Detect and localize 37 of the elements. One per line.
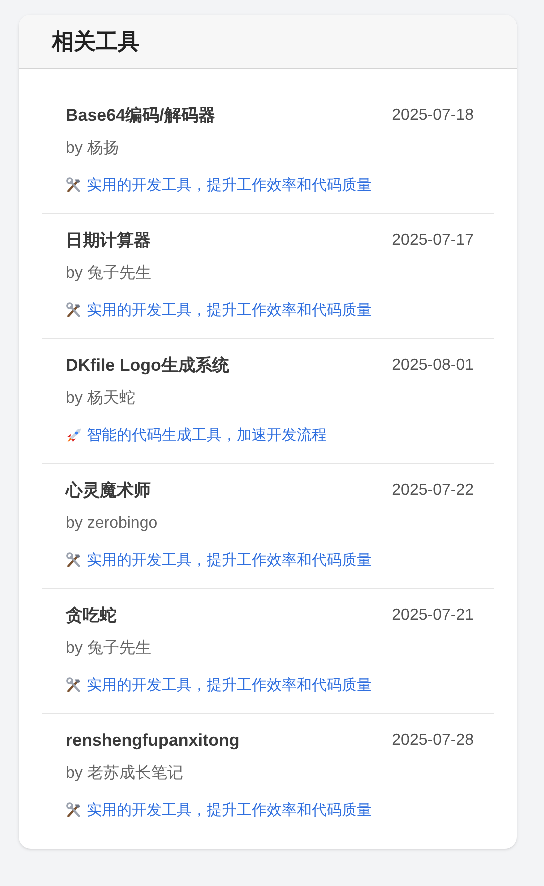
section-title: 相关工具 bbox=[52, 28, 140, 56]
tool-date: 2025-07-28 bbox=[392, 731, 474, 751]
tool-author: by zerobingo bbox=[66, 514, 158, 534]
tool-name: renshengfupanxitong bbox=[66, 730, 240, 752]
rocket-icon bbox=[65, 427, 83, 446]
tool-name: 心灵魔术师 bbox=[66, 480, 151, 502]
hammer-wrench-icon bbox=[65, 177, 83, 196]
tool-description: 实用的开发工具，提升工作效率和代码质量 bbox=[87, 551, 372, 571]
tool-description: 智能的代码生成工具，加速开发流程 bbox=[87, 426, 327, 446]
tool-name: DKfile Logo生成系统 bbox=[66, 355, 230, 378]
tool-author: by 杨扬 bbox=[66, 139, 120, 159]
tool-item[interactable]: 日期计算器 2025-07-17 by 兔子先生 实用的开发工具，提升工作效率和代码质量 bbox=[42, 214, 494, 339]
tool-description: 实用的开发工具，提升工作效率和代码质量 bbox=[87, 176, 372, 196]
tool-date: 2025-08-01 bbox=[392, 356, 474, 376]
tool-author: by 兔子先生 bbox=[66, 264, 152, 284]
tool-description: 实用的开发工具，提升工作效率和代码质量 bbox=[87, 801, 372, 821]
tool-author: by 兔子先生 bbox=[66, 638, 152, 659]
tool-date: 2025-07-17 bbox=[392, 231, 474, 251]
hammer-wrench-icon bbox=[65, 677, 83, 696]
tool-item[interactable]: Base64编码/解码器 2025-07-18 by 杨扬 实用的开发工具，提升工作效率和代码质量 bbox=[42, 89, 494, 214]
tool-date: 2025-07-21 bbox=[392, 606, 474, 626]
tool-description: 实用的开发工具，提升工作效率和代码质量 bbox=[87, 301, 372, 321]
tool-author: by 老苏成长笔记 bbox=[66, 764, 184, 784]
tool-date: 2025-07-22 bbox=[392, 481, 474, 501]
tool-name: Base64编码/解码器 bbox=[66, 105, 216, 128]
tool-item[interactable]: 心灵魔术师 2025-07-22 by zerobingo 实用的开发工具，提升工作效率和代码质量 bbox=[42, 464, 494, 589]
tool-description: 实用的开发工具，提升工作效率和代码质量 bbox=[87, 676, 372, 696]
tool-date: 2025-07-18 bbox=[392, 106, 474, 126]
tool-name: 日期计算器 bbox=[66, 230, 151, 252]
tool-item[interactable]: 贪吃蛇 2025-07-21 by 兔子先生 实用的开发工具，提升工作效率和代码质量 bbox=[42, 589, 494, 714]
hammer-wrench-icon bbox=[65, 552, 83, 570]
tool-author: by 杨天蛇 bbox=[66, 388, 136, 409]
tool-name: 贪吃蛇 bbox=[66, 605, 117, 628]
hammer-wrench-icon bbox=[65, 802, 83, 820]
hammer-wrench-icon bbox=[65, 302, 83, 320]
tool-item[interactable]: renshengfupanxitong 2025-07-28 by 老苏成长笔记 实用的开发工具，提升工作效率和代码质量 bbox=[42, 714, 494, 839]
tool-item[interactable]: DKfile Logo生成系统 2025-08-01 by 杨天蛇 智能的代码生成工具，加速开发流程 bbox=[42, 339, 494, 464]
